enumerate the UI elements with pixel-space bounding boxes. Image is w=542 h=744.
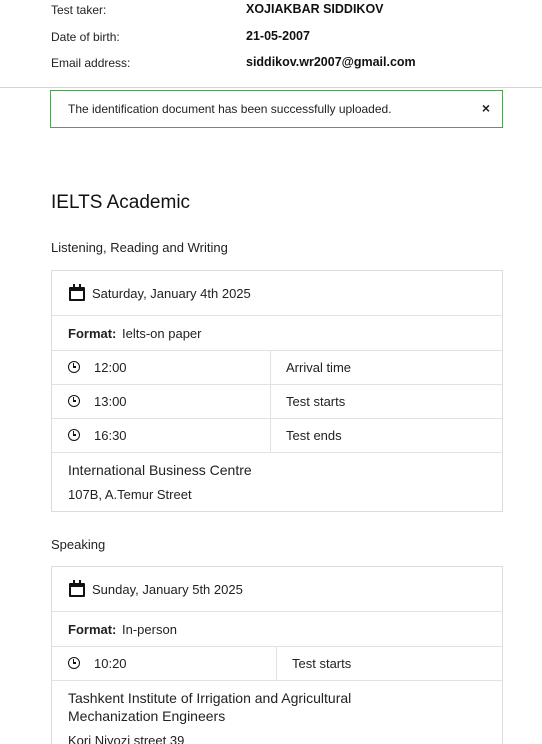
alert-message: The identification document has been suc… <box>68 102 392 116</box>
column-divider <box>270 385 271 418</box>
success-alert: The identification document has been suc… <box>50 90 503 128</box>
exam-title: IELTS Academic <box>51 192 191 213</box>
schedule-time: 12:00 <box>94 360 127 375</box>
format-value: Ielts-on paper <box>122 326 202 341</box>
close-icon[interactable]: × <box>482 100 490 116</box>
schedule-time: 10:20 <box>94 656 127 671</box>
venue-name-line1: Tashkent Institute of Irrigation and Agr… <box>68 690 352 706</box>
clock-icon <box>68 429 80 441</box>
format-label: Format: <box>68 326 117 341</box>
column-divider <box>276 647 277 680</box>
lrw-venue-row: International Business Centre 107B, A.Te… <box>52 453 502 513</box>
schedule-label: Test ends <box>286 428 342 443</box>
lrw-format-row: Format: Ielts-on paper <box>52 316 502 351</box>
format-label: Format: <box>68 622 117 637</box>
calendar-icon <box>69 284 85 301</box>
speaking-date-row: Sunday, January 5th 2025 <box>52 567 502 612</box>
clock-icon <box>68 395 80 407</box>
speaking-format-row: Format: In-person <box>52 612 502 647</box>
lrw-date: Saturday, January 4th 2025 <box>92 286 251 301</box>
speaking-heading: Speaking <box>51 537 106 552</box>
venue-name-line2: Mechanization Engineers <box>68 708 226 724</box>
column-divider <box>270 419 271 452</box>
venue-address: Kori Niyozi street 39 <box>68 733 185 744</box>
schedule-row: 10:20 Test starts <box>52 647 502 681</box>
email-value: siddikov.wr2007@gmail.com <box>246 55 416 69</box>
venue-name: International Business Centre <box>68 462 252 478</box>
calendar-icon <box>69 580 85 597</box>
venue-address: 107B, A.Temur Street <box>68 487 192 502</box>
lrw-card: Saturday, January 4th 2025 Format: Ielts… <box>51 270 503 512</box>
speaking-date: Sunday, January 5th 2025 <box>92 582 243 597</box>
email-label: Email address: <box>51 56 131 70</box>
format-value: In-person <box>122 622 177 637</box>
schedule-label: Arrival time <box>286 360 352 375</box>
schedule-label: Test starts <box>292 656 352 671</box>
schedule-row: 12:00 Arrival time <box>52 351 502 385</box>
schedule-time: 16:30 <box>94 428 127 443</box>
schedule-row: 13:00 Test starts <box>52 385 502 419</box>
speaking-venue-row: Tashkent Institute of Irrigation and Agr… <box>52 681 502 744</box>
clock-icon <box>68 657 80 669</box>
schedule-label: Test starts <box>286 394 346 409</box>
test-taker-value: XOJIAKBAR SIDDIKOV <box>246 2 384 16</box>
speaking-card: Sunday, January 5th 2025 Format: In-pers… <box>51 566 503 744</box>
test-taker-label: Test taker: <box>51 3 107 17</box>
clock-icon <box>68 361 80 373</box>
dob-value: 21-05-2007 <box>246 29 310 43</box>
lrw-date-row: Saturday, January 4th 2025 <box>52 271 502 316</box>
schedule-row: 16:30 Test ends <box>52 419 502 453</box>
header-divider <box>0 87 542 88</box>
dob-label: Date of birth: <box>51 30 120 44</box>
schedule-time: 13:00 <box>94 394 127 409</box>
column-divider <box>270 351 271 384</box>
lrw-heading: Listening, Reading and Writing <box>51 240 228 255</box>
